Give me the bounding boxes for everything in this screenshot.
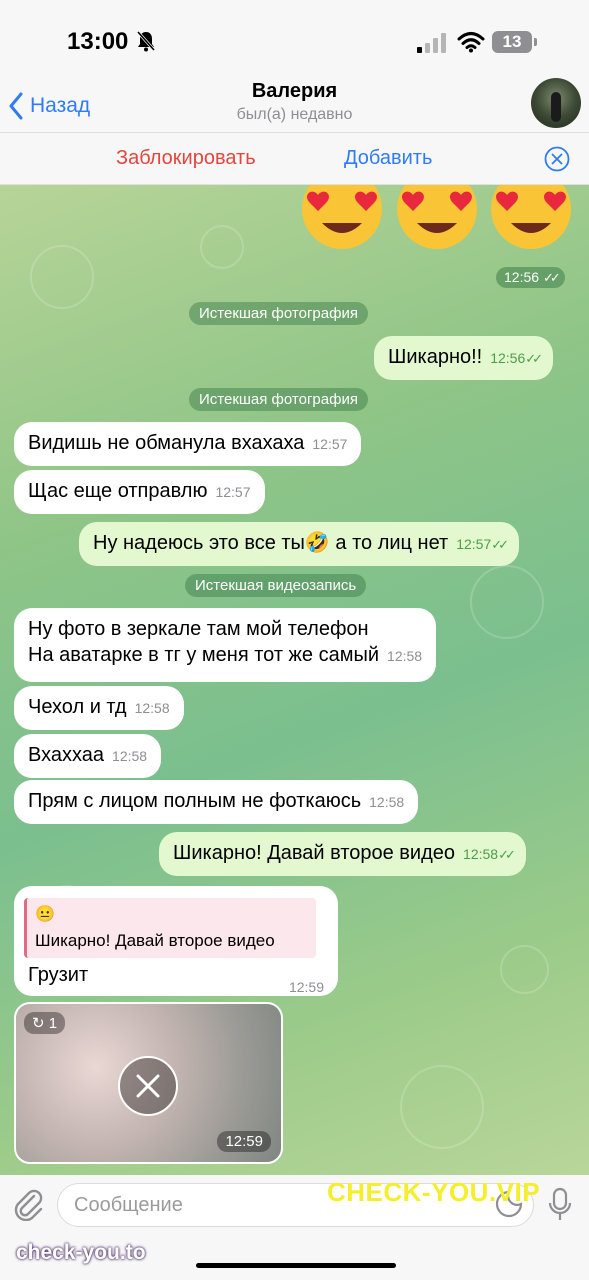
wifi-icon — [457, 32, 485, 53]
contact-name[interactable]: Валерия — [0, 80, 589, 103]
view-once-badge: ↻ 1 — [24, 1012, 66, 1034]
wallpaper-doodle — [30, 245, 94, 309]
message-incoming[interactable]: Прям с лицом полным не фоткаюсь 12:58 — [14, 780, 419, 824]
wallpaper-doodle — [200, 225, 244, 269]
service-message: Истекшая фотография — [189, 302, 368, 325]
message-incoming[interactable]: Ну фото в зеркале там мой телефон На ава… — [14, 608, 437, 682]
message-incoming[interactable]: Видишь не обманула вхахаха 12:57 — [14, 422, 362, 466]
heart-eyes-emoji — [397, 185, 477, 249]
contact-last-seen: был(а) недавно — [236, 106, 353, 123]
message-text: Грузит — [28, 964, 89, 986]
wallpaper-doodle — [500, 945, 549, 994]
watermark: CHECK-YOU.VIP — [327, 1177, 541, 1207]
message-outgoing[interactable]: Ну надеюсь это все ты🤣 а то лиц нет 12:57… — [79, 522, 520, 566]
microphone-icon[interactable] — [548, 1187, 572, 1223]
close-icon[interactable] — [544, 146, 570, 172]
battery-icon: 13 — [492, 31, 537, 53]
chat-header: Назад Валерия был(а) недавно — [0, 78, 589, 132]
message-incoming[interactable]: Щас еще отправлю 12:57 — [14, 470, 265, 514]
input-bar: Сообщение CHECK-YOU.VIP check-you.to — [0, 1175, 589, 1280]
wallpaper-doodle — [470, 565, 544, 639]
message-outgoing[interactable]: Шикарно!! 12:56✓✓ — [374, 336, 554, 380]
paperclip-icon[interactable] — [12, 1187, 44, 1221]
video-message[interactable]: ↻ 1 12:59 — [14, 1002, 283, 1164]
avatar-figure — [551, 92, 561, 122]
service-message: Истекшая видеозапись — [185, 574, 367, 597]
bell-muted-icon — [136, 31, 156, 52]
message-time: 12:59 — [288, 979, 324, 995]
block-button[interactable]: Заблокировать — [116, 147, 256, 170]
heart-eyes-emoji — [491, 185, 571, 249]
status-time: 13:00 — [67, 28, 129, 55]
status-bar: 13:00 13 — [0, 0, 589, 80]
close-icon — [136, 1074, 160, 1098]
wallpaper-doodle — [400, 1065, 484, 1149]
add-contact-button[interactable]: Добавить — [344, 147, 432, 170]
emoji-message-time: 12:56 ✓✓ — [496, 267, 565, 288]
message-outgoing[interactable]: Шикарно! Давай второе видео 12:58✓✓ — [159, 832, 526, 876]
message-incoming-reply[interactable]: 😐 Шикарно! Давай второе видео Грузит 12:… — [14, 886, 338, 996]
emoji-icon: 😐 — [35, 906, 55, 923]
media-time: 12:59 — [217, 1131, 271, 1152]
message-placeholder: Сообщение — [74, 1194, 183, 1216]
message-incoming[interactable]: Вхаххаа 12:58 — [14, 734, 162, 778]
home-indicator — [196, 1263, 396, 1268]
cancel-download-button[interactable] — [118, 1056, 178, 1116]
message-incoming[interactable]: Чехол и тд 12:58 — [14, 686, 184, 730]
heart-eyes-emoji — [302, 185, 382, 249]
watermark: check-you.to — [16, 1241, 146, 1264]
reply-quote[interactable]: 😐 Шикарно! Давай второе видео — [24, 898, 316, 958]
battery-level: 13 — [502, 32, 522, 51]
avatar[interactable] — [531, 78, 581, 128]
service-message: Истекшая фотография — [189, 388, 368, 411]
cellular-signal-icon — [417, 33, 446, 53]
contact-action-bar: Заблокировать Добавить — [0, 132, 589, 185]
